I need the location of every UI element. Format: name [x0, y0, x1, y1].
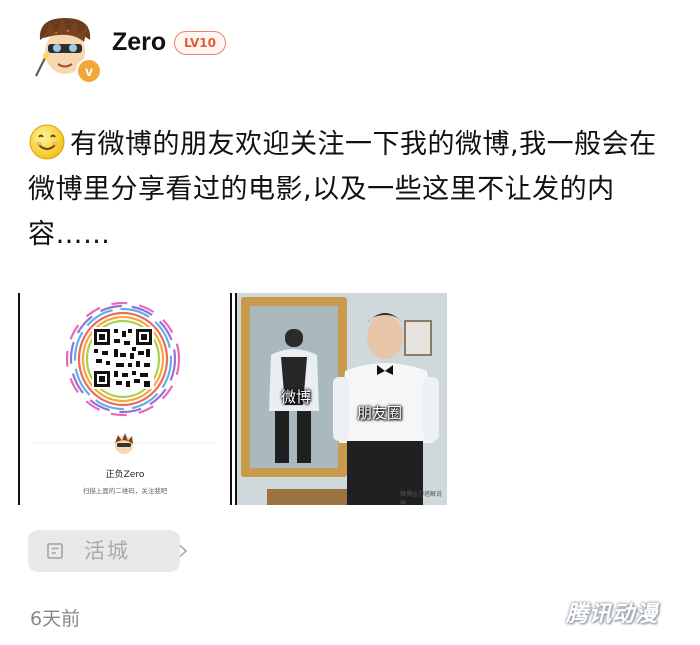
image-qr-code-card[interactable]: 正负Zero 扫描上面的二维码，关注我吧 — [18, 293, 232, 505]
username[interactable]: Zero — [112, 28, 166, 57]
qr-code-graphic — [34, 301, 216, 454]
post-text: 有微博的朋友欢迎关注一下我的微博,我一般会在微博里分享看过的电影,以及一些这里不… — [28, 122, 678, 257]
topic-chip[interactable]: 活城 — [28, 530, 188, 572]
source-watermark: 腾讯动漫 — [566, 602, 659, 627]
meme-label-right: 朋友圈 — [357, 404, 403, 422]
post-text-content: 有微博的朋友欢迎关注一下我的微博,我一般会在微博里分享看过的电影,以及一些这里不… — [28, 129, 657, 250]
topic-label: 活城 — [84, 539, 130, 563]
meme-label-left: 微博 — [281, 388, 312, 406]
weibo-post: v Zero LV10 有微博的朋友欢迎关注一下我的微博,我一般会在微博里分享看… — [0, 0, 700, 645]
verified-badge-icon: v — [76, 58, 102, 84]
qr-card-name: 正负Zero — [105, 470, 145, 480]
chevron-right-icon — [179, 544, 188, 558]
meme-watermark: 微博@刀塔解说神 — [400, 491, 443, 505]
topic-icon — [47, 543, 63, 559]
qr-card-hint: 扫描上面的二维码，关注我吧 — [82, 487, 168, 495]
post-timestamp: 6天前 — [30, 608, 81, 630]
smiley-face-icon — [29, 124, 65, 160]
level-badge: LV10 — [174, 31, 226, 55]
meme-photo-graphic — [237, 293, 447, 505]
image-meme-photo[interactable]: 微博 朋友圈 微博@刀塔解说神 — [235, 293, 447, 505]
